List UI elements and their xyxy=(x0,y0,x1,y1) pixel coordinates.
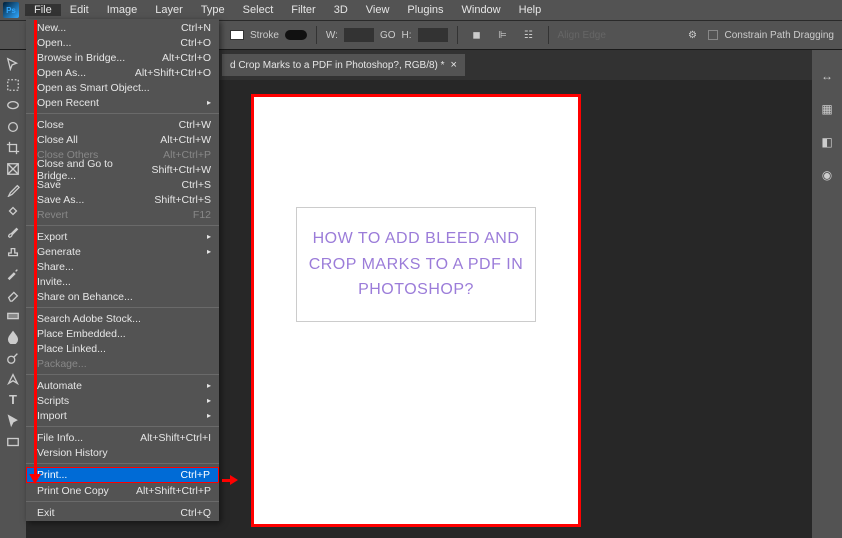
eyedropper-tool[interactable] xyxy=(3,180,23,199)
menu-window[interactable]: Window xyxy=(453,4,510,16)
menu-exit[interactable]: ExitCtrl+Q xyxy=(26,505,219,520)
fill-swatch[interactable] xyxy=(230,30,244,40)
annotation-arrow-right xyxy=(222,475,238,485)
canvas-document[interactable]: HOW TO ADD BLEED AND CROP MARKS TO A PDF… xyxy=(251,94,581,527)
w-label: W: xyxy=(326,30,338,41)
menu-close-all[interactable]: Close AllAlt+Ctrl+W xyxy=(26,132,219,147)
move-tool[interactable] xyxy=(3,54,23,73)
align-icon[interactable]: ⊫ xyxy=(493,25,513,45)
menu-print-one[interactable]: Print One CopyAlt+Shift+Ctrl+P xyxy=(26,483,219,498)
constrain-label: Constrain Path Dragging xyxy=(724,30,842,41)
menu-help[interactable]: Help xyxy=(510,4,551,16)
menu-scripts[interactable]: Scripts xyxy=(26,393,219,408)
menu-stock[interactable]: Search Adobe Stock... xyxy=(26,311,219,326)
doc-text-frame: HOW TO ADD BLEED AND CROP MARKS TO A PDF… xyxy=(296,207,536,322)
artboard-tool[interactable] xyxy=(3,75,23,94)
frame-tool[interactable] xyxy=(3,159,23,178)
blur-tool[interactable] xyxy=(3,327,23,346)
type-tool[interactable]: T xyxy=(3,390,23,409)
menu-export[interactable]: Export xyxy=(26,229,219,244)
height-input[interactable] xyxy=(418,28,448,42)
menu-behance[interactable]: Share on Behance... xyxy=(26,289,219,304)
menu-file-info[interactable]: File Info...Alt+Shift+Ctrl+I xyxy=(26,430,219,445)
align-edge-label: Align Edge xyxy=(558,30,606,41)
healing-tool[interactable] xyxy=(3,201,23,220)
menu-layer[interactable]: Layer xyxy=(146,4,192,16)
path-select-tool[interactable] xyxy=(3,411,23,430)
document-tab-title: d Crop Marks to a PDF in Photoshop?, RGB… xyxy=(230,60,445,71)
arrange-icon[interactable]: ☷ xyxy=(519,25,539,45)
menu-generate[interactable]: Generate xyxy=(26,244,219,259)
menu-close-go-bridge[interactable]: Close and Go to Bridge...Shift+Ctrl+W xyxy=(26,162,219,177)
doc-headline: HOW TO ADD BLEED AND CROP MARKS TO A PDF… xyxy=(307,226,525,303)
panel-icon-4[interactable]: ◉ xyxy=(817,165,837,184)
file-menu-dropdown: New...Ctrl+N Open...Ctrl+O Browse in Bri… xyxy=(26,19,219,521)
menu-print[interactable]: Print...Ctrl+P xyxy=(26,467,219,483)
width-input[interactable] xyxy=(344,28,374,42)
menu-import[interactable]: Import xyxy=(26,408,219,423)
close-icon[interactable]: × xyxy=(451,59,457,71)
document-tab[interactable]: d Crop Marks to a PDF in Photoshop?, RGB… xyxy=(222,54,465,76)
stamp-tool[interactable] xyxy=(3,243,23,262)
menu-3d[interactable]: 3D xyxy=(325,4,357,16)
menu-invite[interactable]: Invite... xyxy=(26,274,219,289)
stroke-label: Stroke xyxy=(250,30,279,41)
menu-file[interactable]: File xyxy=(25,4,61,16)
app-icon: Ps xyxy=(3,2,19,18)
pen-tool[interactable] xyxy=(3,369,23,388)
crop-tool[interactable] xyxy=(3,138,23,157)
menu-version-history[interactable]: Version History xyxy=(26,445,219,460)
go-label: GO xyxy=(380,30,396,41)
menu-automate[interactable]: Automate xyxy=(26,378,219,393)
panel-icon-2[interactable]: ▦ xyxy=(817,99,837,118)
eraser-tool[interactable] xyxy=(3,285,23,304)
lasso-tool[interactable] xyxy=(3,96,23,115)
menu-open[interactable]: Open...Ctrl+O xyxy=(26,35,219,50)
menu-edit[interactable]: Edit xyxy=(61,4,98,16)
menu-view[interactable]: View xyxy=(357,4,399,16)
rectangle-tool[interactable] xyxy=(3,432,23,451)
menu-plugins[interactable]: Plugins xyxy=(398,4,452,16)
menu-select[interactable]: Select xyxy=(234,4,283,16)
gradient-tool[interactable] xyxy=(3,306,23,325)
menu-image[interactable]: Image xyxy=(98,4,147,16)
menu-place-embedded[interactable]: Place Embedded... xyxy=(26,326,219,341)
brush-tool[interactable] xyxy=(3,222,23,241)
menu-save-as[interactable]: Save As...Shift+Ctrl+S xyxy=(26,192,219,207)
constrain-checkbox[interactable] xyxy=(708,30,718,40)
menu-new[interactable]: New...Ctrl+N xyxy=(26,20,219,35)
panel-icon-1[interactable]: ↔ xyxy=(817,66,837,85)
menu-type[interactable]: Type xyxy=(192,4,234,16)
menu-open-as[interactable]: Open As...Alt+Shift+Ctrl+O xyxy=(26,65,219,80)
menu-share[interactable]: Share... xyxy=(26,259,219,274)
stroke-swatch[interactable] xyxy=(285,30,307,40)
menu-filter[interactable]: Filter xyxy=(282,4,324,16)
menu-revert[interactable]: RevertF12 xyxy=(26,207,219,222)
tools-panel: T xyxy=(0,50,26,538)
h-label: H: xyxy=(402,30,412,41)
quick-select-tool[interactable] xyxy=(3,117,23,136)
menu-open-smart[interactable]: Open as Smart Object... xyxy=(26,80,219,95)
menu-package[interactable]: Package... xyxy=(26,356,219,371)
menu-place-linked[interactable]: Place Linked... xyxy=(26,341,219,356)
menu-open-recent[interactable]: Open Recent xyxy=(26,95,219,110)
menubar: Ps File Edit Image Layer Type Select Fil… xyxy=(0,0,842,20)
annotation-arrow-down xyxy=(29,20,41,484)
dodge-tool[interactable] xyxy=(3,348,23,367)
history-brush-tool[interactable] xyxy=(3,264,23,283)
panel-strip: ↔ ▦ ◧ ◉ xyxy=(812,50,842,538)
menu-browse-bridge[interactable]: Browse in Bridge...Alt+Ctrl+O xyxy=(26,50,219,65)
panel-icon-3[interactable]: ◧ xyxy=(817,132,837,151)
gear-icon[interactable]: ⚙ xyxy=(682,25,702,45)
shape-icon[interactable]: ◼ xyxy=(467,25,487,45)
menu-close[interactable]: CloseCtrl+W xyxy=(26,117,219,132)
